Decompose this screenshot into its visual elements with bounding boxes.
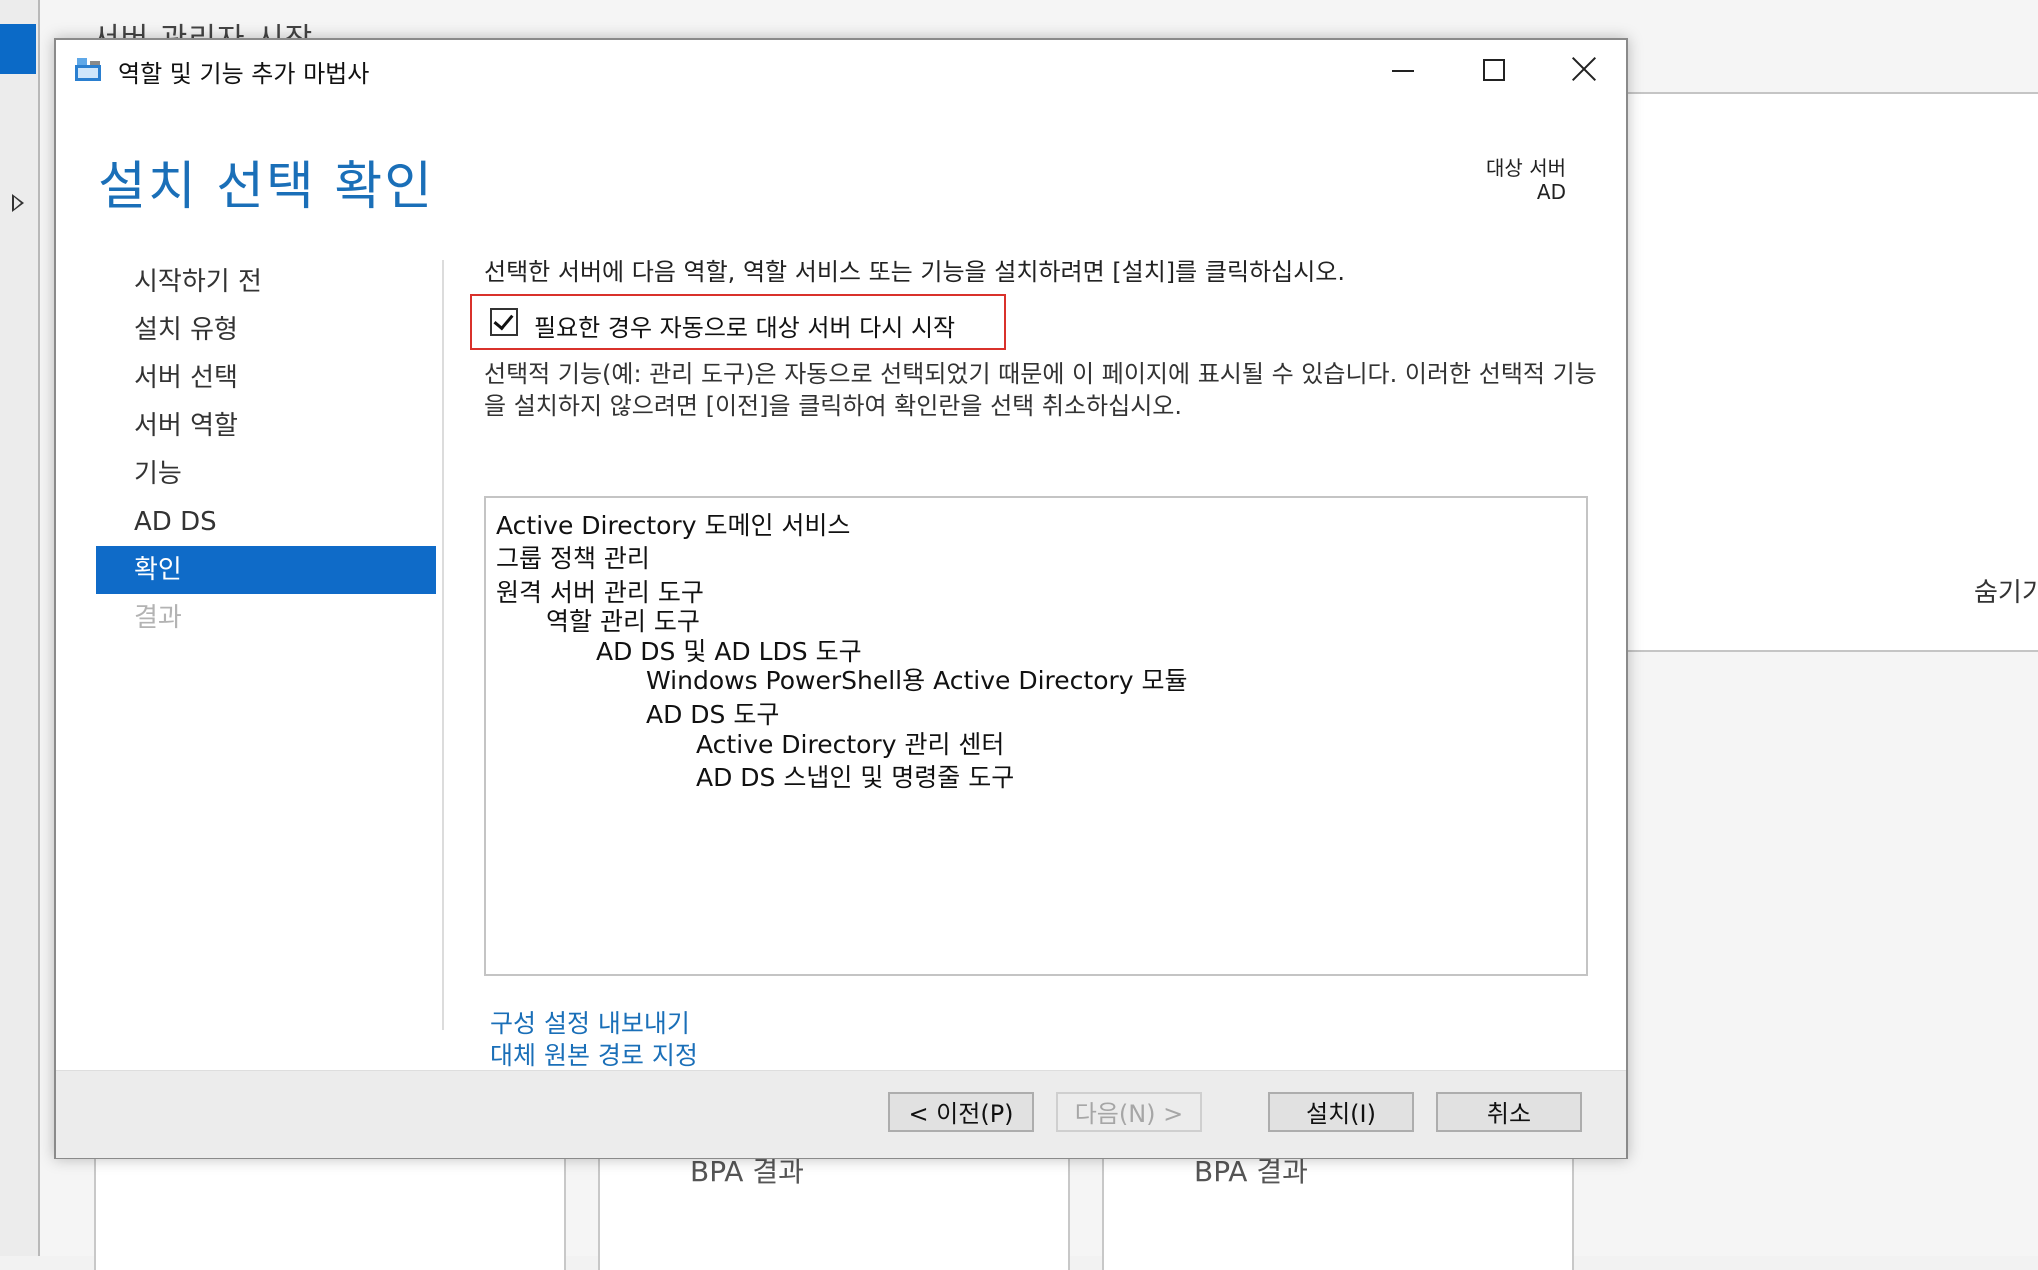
instruction-text: 선택한 서버에 다음 역할, 역할 서비스 또는 기능을 설치하려면 [설치]를…	[484, 258, 1345, 286]
close-button[interactable]	[1538, 40, 1628, 98]
background-panel	[1626, 92, 2038, 652]
list-item: 그룹 정책 관리	[496, 544, 650, 573]
window-title: 역할 및 기능 추가 마법사	[118, 60, 370, 88]
close-icon	[1571, 56, 1597, 82]
feature-list[interactable]: Active Directory 도메인 서비스 그룹 정책 관리 원격 서버 …	[484, 496, 1588, 976]
content-area: 선택한 서버에 다음 역할, 역할 서비스 또는 기능을 설치하려면 [설치]를…	[470, 252, 1597, 1070]
nav-item-confirmation[interactable]: 확인	[96, 546, 436, 594]
nav-item-installation-type[interactable]: 설치 유형	[96, 306, 436, 354]
wizard-app-icon	[75, 58, 101, 81]
title-bar[interactable]: 역할 및 기능 추가 마법사	[56, 40, 1626, 98]
nav-item-server-selection[interactable]: 서버 선택	[96, 354, 436, 402]
minimize-icon	[1392, 70, 1414, 72]
target-server-label: 대상 서버	[1486, 156, 1566, 180]
minimize-button[interactable]	[1358, 40, 1448, 98]
previous-button[interactable]: < 이전(P)	[888, 1092, 1034, 1132]
bg-tile	[94, 1150, 566, 1270]
nav-item-ad-ds[interactable]: AD DS	[96, 498, 436, 546]
nav-divider	[442, 260, 444, 1030]
list-item: Active Directory 도메인 서비스	[496, 511, 851, 540]
export-settings-link[interactable]: 구성 설정 내보내기	[490, 1008, 698, 1040]
nav-item-features[interactable]: 기능	[96, 450, 436, 498]
bg-tile: BPA 결과	[598, 1150, 1070, 1270]
target-server-value: AD	[1536, 180, 1566, 204]
hide-link[interactable]: 숨기기	[1974, 572, 2038, 609]
maximize-button[interactable]	[1448, 40, 1538, 98]
dashboard-tile[interactable]	[0, 24, 36, 74]
cancel-button[interactable]: 취소	[1436, 1092, 1582, 1132]
list-item: AD DS 스냅인 및 명령줄 도구	[696, 763, 1015, 792]
list-item: Windows PowerShell용 Active Directory 모듈	[646, 666, 1188, 695]
nav-item-results: 결과	[134, 603, 182, 633]
server-manager-sidebar	[0, 0, 40, 1256]
list-item: Active Directory 관리 센터	[696, 730, 1005, 759]
restart-checkbox-label[interactable]: 필요한 경우 자동으로 대상 서버 다시 시작	[534, 308, 955, 343]
maximize-icon	[1483, 59, 1505, 81]
install-button[interactable]: 설치(I)	[1268, 1092, 1414, 1132]
optional-features-note: 선택적 기능(예: 관리 도구)은 자동으로 선택되었기 때문에 이 페이지에 …	[484, 360, 1597, 420]
restart-option-highlight: 필요한 경우 자동으로 대상 서버 다시 시작	[470, 294, 1006, 350]
page-title: 설치 선택 확인	[98, 157, 435, 217]
nav-item-server-roles[interactable]: 서버 역할	[96, 402, 436, 450]
expand-arrow-icon[interactable]	[12, 194, 24, 212]
add-roles-wizard-dialog: 역할 및 기능 추가 마법사 설치 선택 확인 대상 서버 AD 시작하기 전 …	[54, 38, 1628, 1159]
restart-checkbox[interactable]	[490, 308, 518, 336]
button-bar: < 이전(P) 다음(N) > 설치(I) 취소	[56, 1070, 1626, 1158]
next-button: 다음(N) >	[1056, 1092, 1202, 1132]
wizard-nav: 시작하기 전 설치 유형 서버 선택 서버 역할 기능 AD DS 확인 결과	[96, 258, 436, 642]
alternate-source-link[interactable]: 대체 원본 경로 지정	[490, 1040, 698, 1072]
nav-item-before-you-begin[interactable]: 시작하기 전	[96, 258, 436, 306]
links-area: 구성 설정 내보내기 대체 원본 경로 지정	[490, 1008, 698, 1072]
bg-tile: BPA 결과	[1102, 1150, 1574, 1270]
